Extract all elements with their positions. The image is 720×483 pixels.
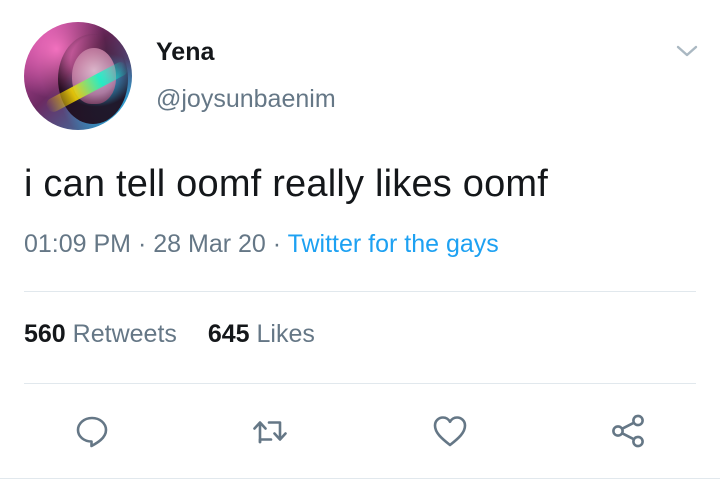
- share-button[interactable]: [608, 411, 648, 451]
- likes-count: 645: [207, 320, 250, 348]
- retweet-icon: [253, 421, 287, 444]
- retweets-stat[interactable]: 560 Retweets: [24, 320, 177, 349]
- tweet-time: 01:09 PM: [24, 230, 132, 258]
- meta-separator: ·: [272, 230, 282, 258]
- retweets-label: Retweets: [72, 320, 177, 348]
- like-button[interactable]: [430, 411, 470, 451]
- tweet-text: i can tell oomf really likes oomf: [24, 163, 549, 205]
- meta-separator: ·: [137, 230, 147, 258]
- share-icon: [612, 414, 644, 448]
- likes-stat[interactable]: 645 Likes: [208, 320, 315, 349]
- likes-label: Likes: [256, 320, 315, 348]
- display-name[interactable]: Yena: [156, 38, 214, 67]
- divider: [24, 383, 696, 384]
- retweet-button[interactable]: [250, 411, 290, 451]
- reply-icon: [76, 416, 108, 448]
- avatar[interactable]: [24, 22, 132, 130]
- tweet-stats: 560 Retweets 645 Likes: [24, 320, 315, 349]
- reply-button[interactable]: [72, 411, 112, 451]
- tweet-meta: 01:09 PM · 28 Mar 20 · Twitter for the g…: [24, 230, 499, 259]
- user-handle[interactable]: @joysunbaenim: [156, 85, 336, 114]
- divider: [24, 291, 696, 292]
- divider: [0, 478, 720, 479]
- heart-icon: [433, 416, 467, 447]
- chevron-down-icon[interactable]: [674, 40, 700, 62]
- retweets-count: 560: [24, 320, 66, 348]
- tweet-date: 28 Mar 20: [153, 230, 266, 258]
- tweet-source-link[interactable]: Twitter for the gays: [288, 230, 499, 258]
